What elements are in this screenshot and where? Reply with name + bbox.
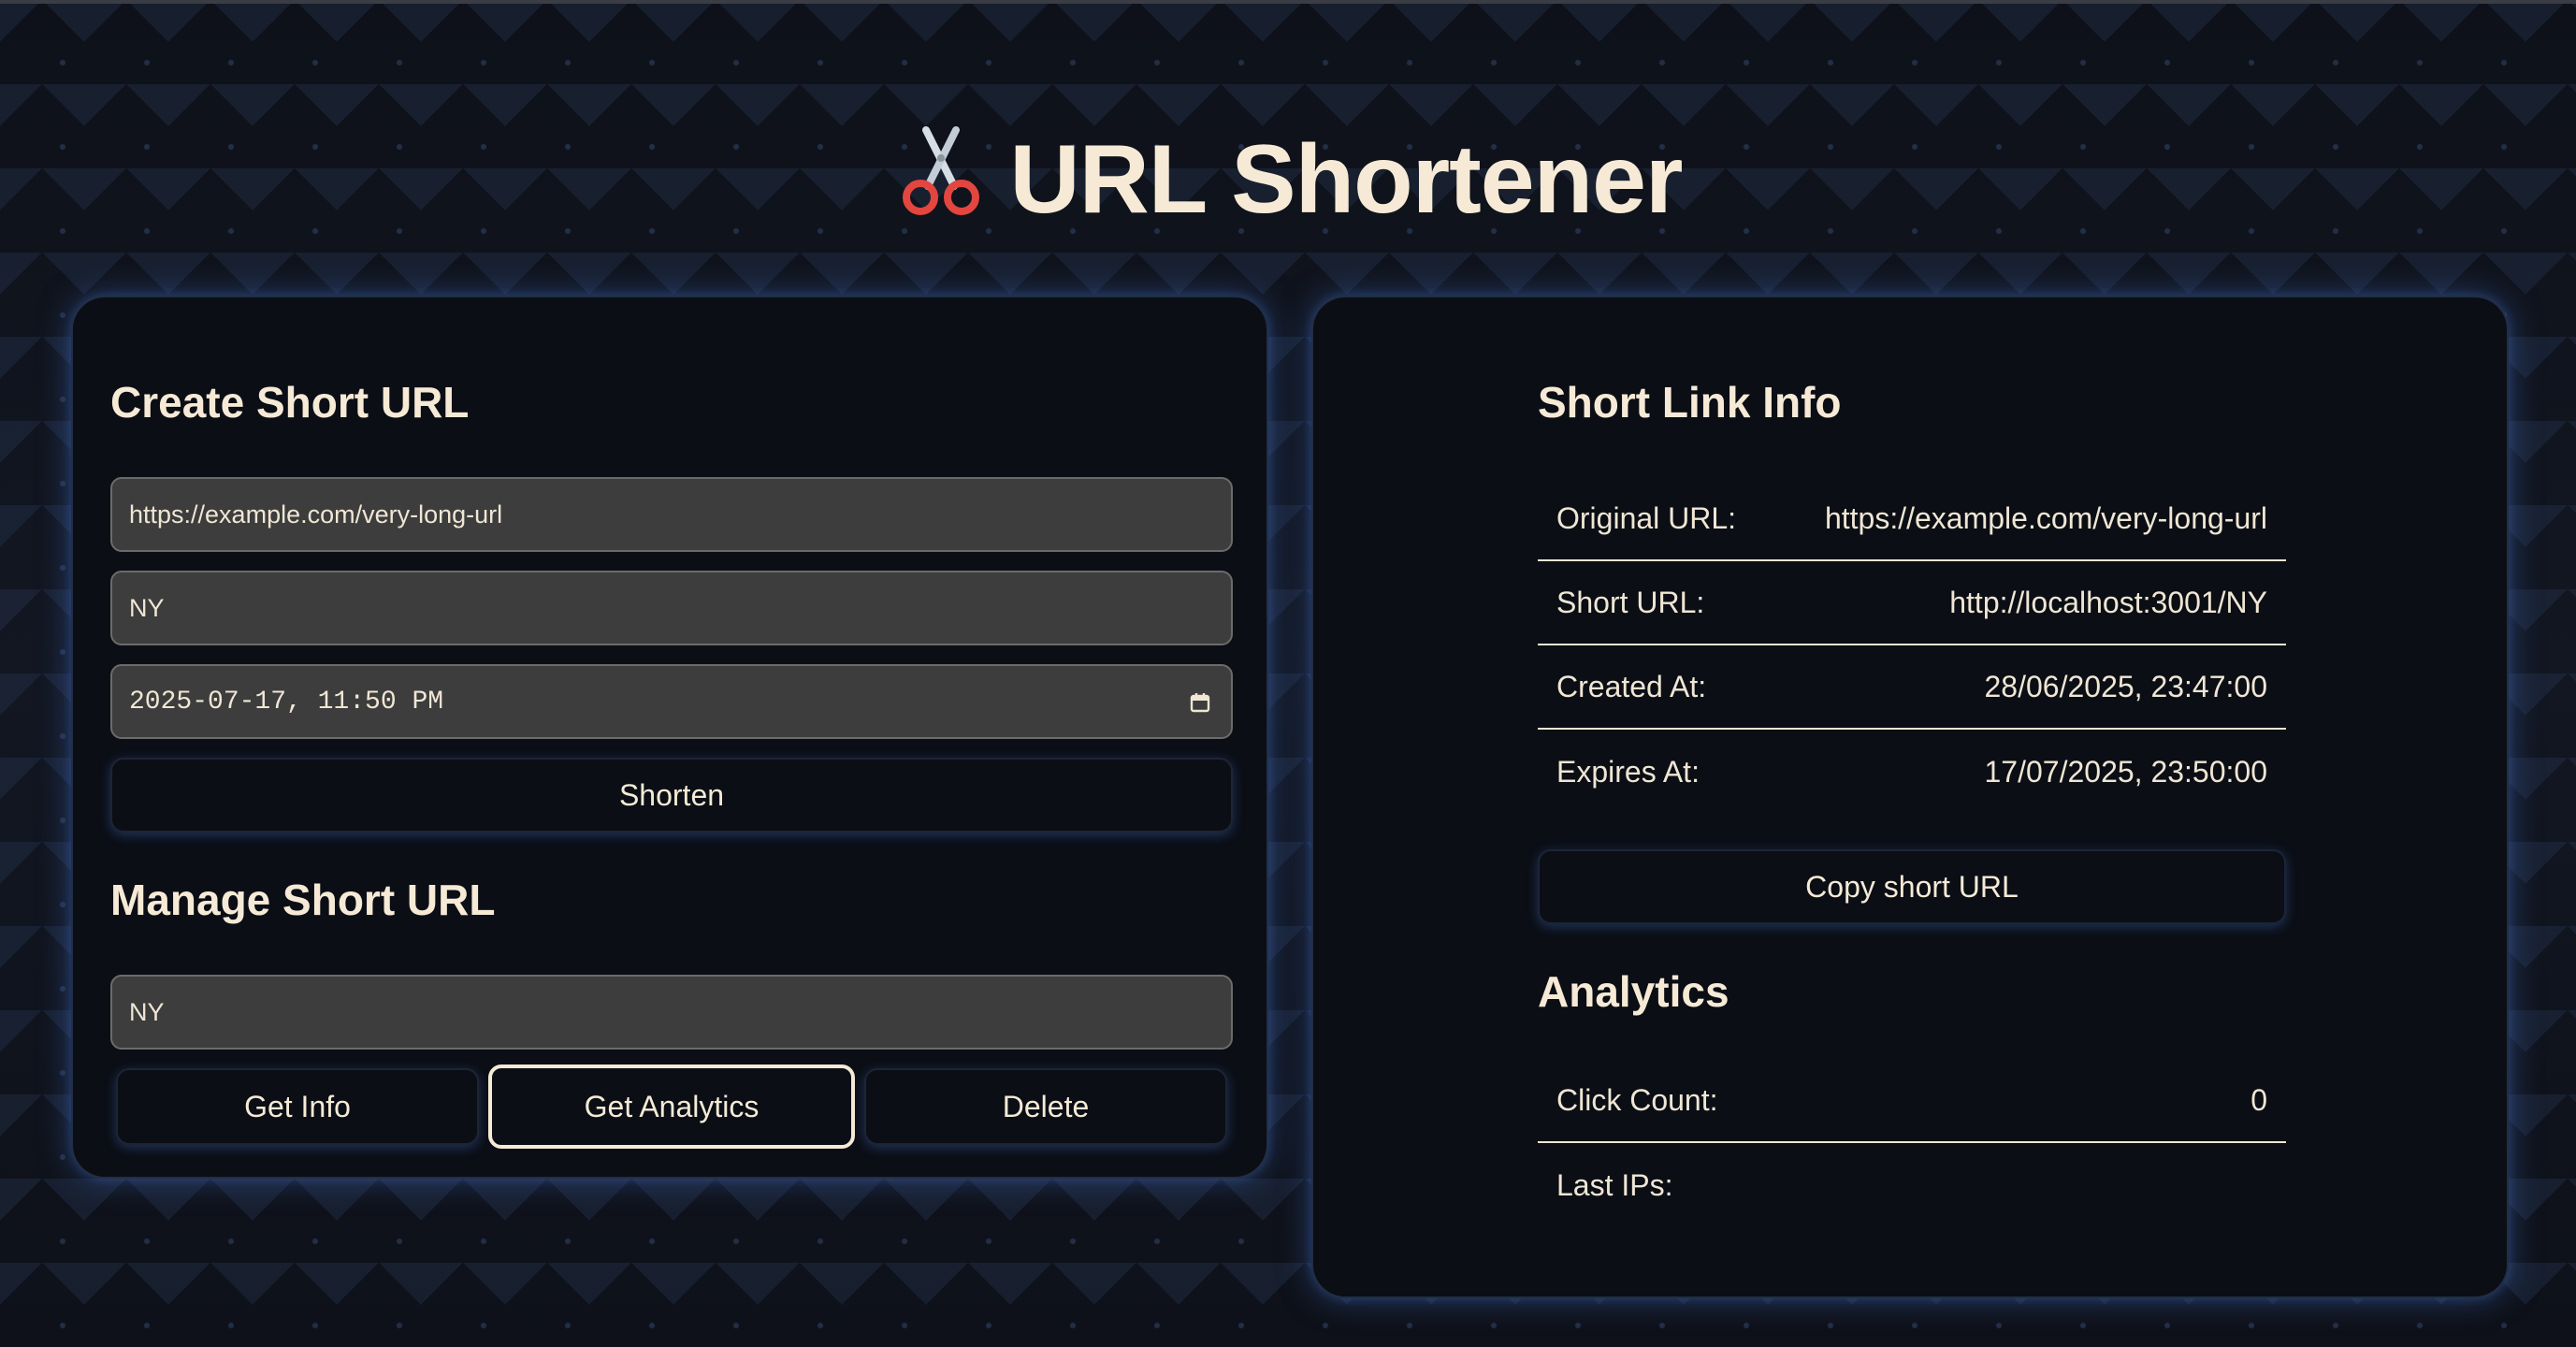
info-analytics-card: Short Link Info Original URL: https://ex… <box>1311 296 2509 1298</box>
custom-shortcode-input[interactable] <box>110 571 1233 645</box>
analytics-label: Click Count: <box>1556 1082 1718 1117</box>
analytics-value: 0 <box>2250 1082 2267 1117</box>
delete-button[interactable]: Delete <box>864 1068 1227 1145</box>
info-label: Created At: <box>1556 669 1707 703</box>
scissors-icon <box>894 124 988 243</box>
info-label: Short URL: <box>1556 585 1705 619</box>
manage-shortcode-input[interactable] <box>110 975 1233 1050</box>
info-row-original-url: Original URL: https://example.com/very-l… <box>1538 477 2286 561</box>
info-row-created-at: Created At: 28/06/2025, 23:47:00 <box>1538 645 2286 730</box>
analytics-label: Last IPs: <box>1556 1167 1673 1202</box>
manage-heading: Manage Short URL <box>110 876 496 924</box>
copy-short-url-button[interactable]: Copy short URL <box>1538 849 2286 924</box>
info-value: 17/07/2025, 23:50:00 <box>1984 754 2268 789</box>
info-row-short-url: Short URL: http://localhost:3001/NY <box>1538 561 2286 645</box>
info-value: http://localhost:3001/NY <box>1949 585 2267 619</box>
info-value: https://example.com/very-long-url <box>1824 500 2267 535</box>
info-heading: Short Link Info <box>1538 378 1842 427</box>
get-info-button[interactable]: Get Info <box>116 1068 479 1145</box>
info-label: Original URL: <box>1556 500 1737 535</box>
analytics-heading: Analytics <box>1538 967 1729 1016</box>
analytics-row-last-ips: Last IPs: <box>1538 1143 2286 1227</box>
create-manage-card: Create Short URL 2025-07-17, 11:50 PM Sh… <box>71 296 1268 1179</box>
analytics-row-click-count: Click Count: 0 <box>1538 1059 2286 1143</box>
page-title-text: URL Shortener <box>1009 125 1684 234</box>
window-top-edge <box>0 0 2576 4</box>
calendar-icon[interactable] <box>1190 692 1210 713</box>
info-label: Expires At: <box>1556 754 1700 789</box>
info-row-expires-at: Expires At: 17/07/2025, 23:50:00 <box>1538 730 2286 814</box>
long-url-input[interactable] <box>110 477 1233 552</box>
page-title: URL Shortener <box>0 122 2576 243</box>
expiry-datetime-input[interactable]: 2025-07-17, 11:50 PM <box>110 664 1233 739</box>
shorten-button[interactable]: Shorten <box>110 758 1233 833</box>
info-value: 28/06/2025, 23:47:00 <box>1984 669 2268 703</box>
get-analytics-button[interactable]: Get Analytics <box>488 1065 855 1149</box>
expiry-datetime-value: 2025-07-17, 11:50 PM <box>129 687 444 717</box>
create-heading: Create Short URL <box>110 378 470 427</box>
